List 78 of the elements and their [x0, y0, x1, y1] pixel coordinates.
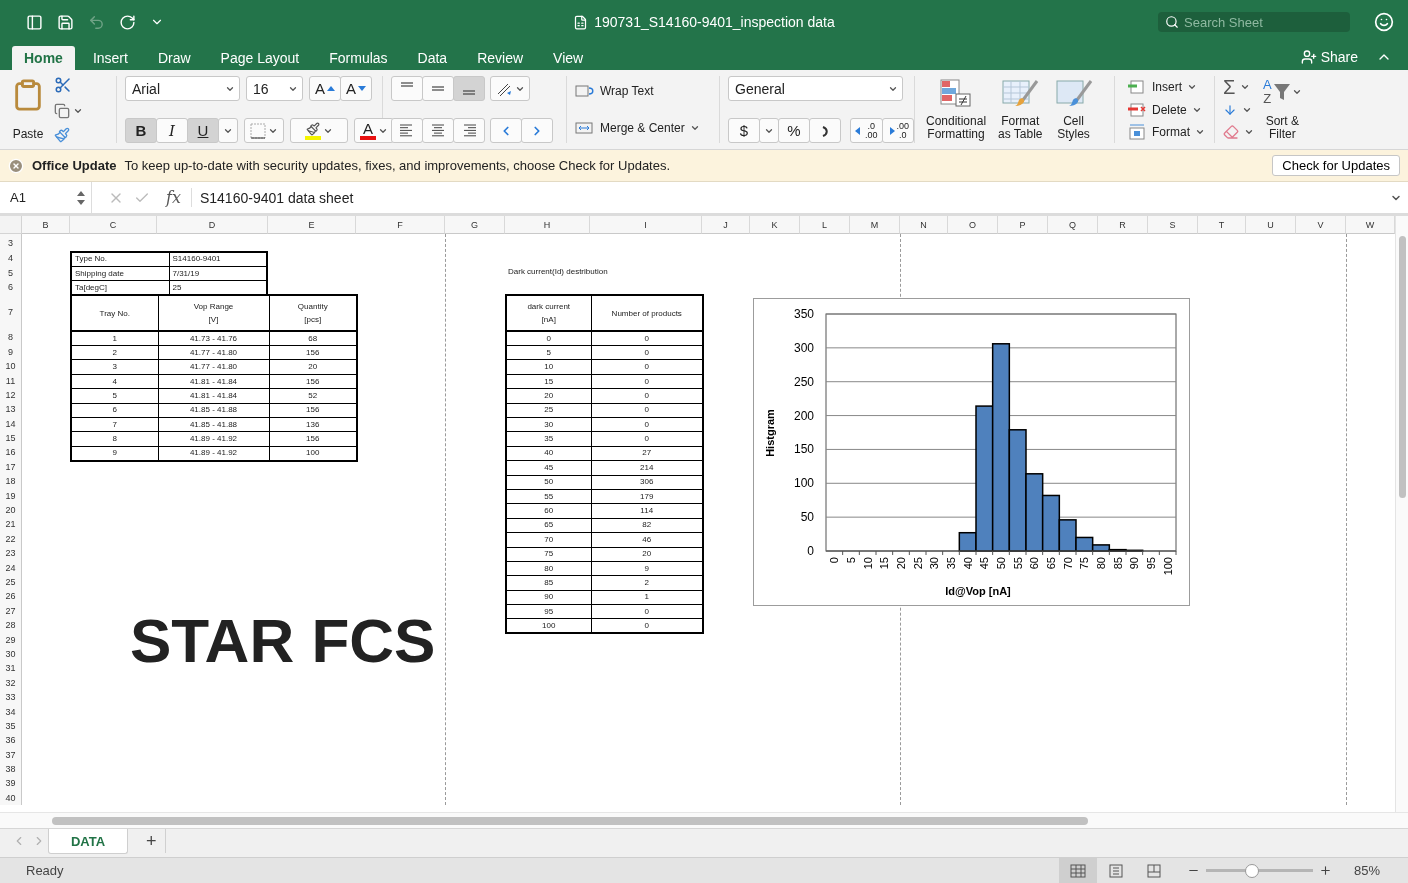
table-cell: 70 [506, 532, 591, 548]
table-cell: 50 [506, 475, 591, 490]
table-cell: 41.85 - 41.88 [158, 403, 269, 418]
sort-letter: Z [1263, 92, 1272, 106]
table-cell: 10 [506, 359, 591, 375]
axis-label: 55 [1011, 557, 1024, 570]
axis-label: 25 [911, 557, 924, 570]
axis-label: 50 [995, 557, 1007, 570]
table-cell: 15 [506, 374, 591, 389]
axis-label: 40 [961, 557, 974, 570]
table-cell: 41.73 - 41.76 [158, 331, 269, 346]
table-cell: 85 [506, 575, 591, 591]
axis-label: 250 [793, 374, 814, 389]
axis-label: 200 [793, 408, 814, 423]
axis-label: 5 [845, 557, 857, 564]
table-cell: 65 [506, 518, 591, 533]
table-cell: 4 [71, 374, 158, 389]
table-cell: 41.81 - 41.84 [158, 388, 269, 404]
axis-label: 75 [1078, 557, 1091, 570]
table-cell: Type No. [71, 252, 169, 267]
axis-label: 70 [1061, 557, 1074, 570]
table-cell: 2 [71, 345, 158, 360]
table-cell: 7 [71, 417, 158, 432]
table-cell: 0 [506, 331, 591, 346]
axis-label: 80 [1095, 557, 1107, 570]
window-title: 190731_S14160-9401_inspection data [594, 14, 835, 30]
axis-label: 0 [807, 544, 814, 559]
axis-label: 45 [978, 557, 991, 570]
axis-label: 100 [1161, 557, 1174, 576]
table-cell: 20 [506, 388, 591, 404]
table-cell: 55 [506, 489, 591, 504]
table-cell: 60 [506, 503, 591, 519]
table-title: Dark current(Id) destribution [507, 266, 609, 279]
axis-label: 85 [1111, 557, 1124, 570]
axis-label: 300 [793, 341, 814, 356]
sort-letter: A [1263, 78, 1272, 92]
axis-label: 350 [793, 307, 814, 322]
table-cell: 30 [506, 417, 591, 432]
table-cell: 1 [71, 331, 158, 346]
axis-label: 150 [793, 442, 814, 457]
table-cell: 41.77 - 41.80 [158, 345, 269, 360]
table-cell: 80 [506, 561, 591, 576]
axis-label: 10 [861, 557, 874, 570]
axis-title: Histgram [764, 409, 776, 457]
axis-label: 30 [928, 557, 941, 570]
table-cell: 8 [71, 431, 158, 447]
axis-label: 65 [1045, 557, 1057, 570]
table-cell: 3 [71, 359, 158, 375]
table-cell: 40 [506, 446, 591, 461]
table-cell: 5 [71, 388, 158, 404]
table-cell: 90 [506, 590, 591, 605]
table-cell: 25 [506, 403, 591, 418]
table-cell: 6 [71, 403, 158, 418]
status-text: Ready [26, 863, 64, 878]
zoom-level: 85% [1353, 863, 1380, 878]
table-cell: 41.77 - 41.80 [158, 359, 269, 375]
table-cell: Shipping date [71, 266, 169, 281]
update-title: Office Update [32, 158, 117, 173]
table-cell: 41.85 - 41.88 [158, 417, 269, 432]
axis-label: 50 [800, 510, 814, 525]
table-cell: 45 [506, 460, 591, 476]
logo-text: STAR FCS [130, 605, 437, 677]
table-cell: 41.89 - 41.92 [158, 431, 269, 447]
axis-label: 100 [793, 476, 814, 491]
axis-label: 15 [878, 557, 891, 570]
axis-label: 60 [1028, 557, 1041, 570]
table-cell: 35 [506, 431, 591, 447]
axis-label: 90 [1128, 557, 1141, 570]
table-cell: 5 [506, 345, 591, 360]
axis-label: 95 [1145, 557, 1157, 570]
table-cell: 75 [506, 547, 591, 562]
update-message: To keep up-to-date with security updates, fixes, and improvements, choose Check for Updates. [124, 158, 671, 173]
axis-label: 20 [895, 557, 907, 570]
axis-label: 0 [828, 557, 841, 564]
table-cell: 41.81 - 41.84 [158, 374, 269, 389]
axis-label: 35 [945, 557, 957, 570]
table-cell: 95 [506, 604, 591, 619]
axis-title: Id@Vop [nA] [945, 585, 1011, 598]
